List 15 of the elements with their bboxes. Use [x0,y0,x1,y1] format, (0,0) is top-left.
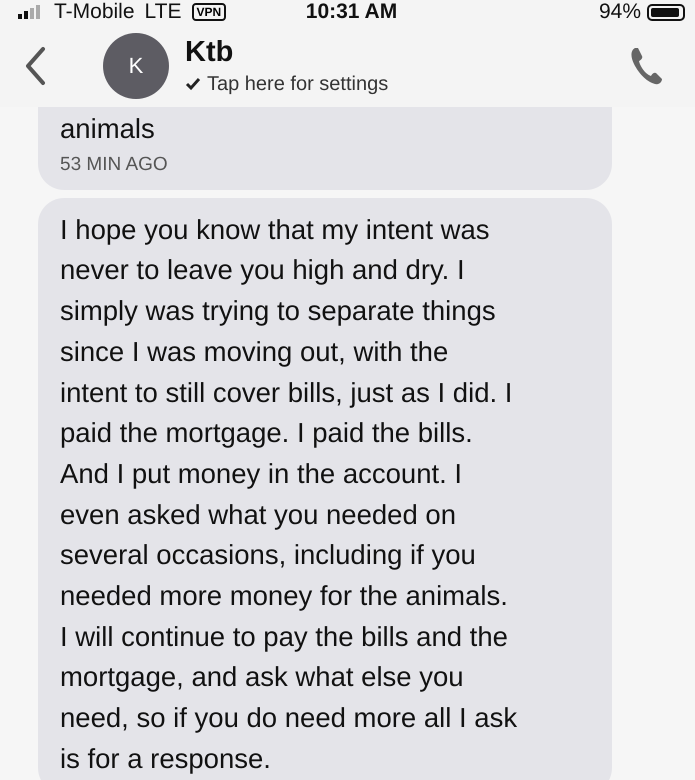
battery-icon [647,4,685,20]
clock-time: 10:31 AM [306,0,398,24]
message-time: 53 MIN AGO [60,154,169,176]
back-icon[interactable] [23,46,47,86]
message-text: I hope you know that my intent was never to leave you high and dry. I simply was trying to separate things since I was moving out, with the intent to still cover bills, just as I did. I paid the mortgage. I paid the bills. And I put money in the account. I even asked what you needed on several occasions, including if you needed more money for the animals. I will continue to pay the bills and the mortgage, and ask what else you need, so if you do need more all I ask is for a response. [60,212,518,776]
contact-name[interactable]: Ktb [185,36,629,68]
network-type: LTE [144,0,182,24]
phone-icon[interactable] [629,46,663,86]
contact-avatar[interactable]: K [103,32,169,98]
vpn-badge: VPN [192,3,226,21]
message-text: animals [60,112,156,146]
battery-percent: 94% [598,0,641,24]
checkmark-icon [185,77,201,91]
settings-link[interactable]: Tap here for settings [207,72,388,96]
carrier-name: T-Mobile [54,0,135,24]
